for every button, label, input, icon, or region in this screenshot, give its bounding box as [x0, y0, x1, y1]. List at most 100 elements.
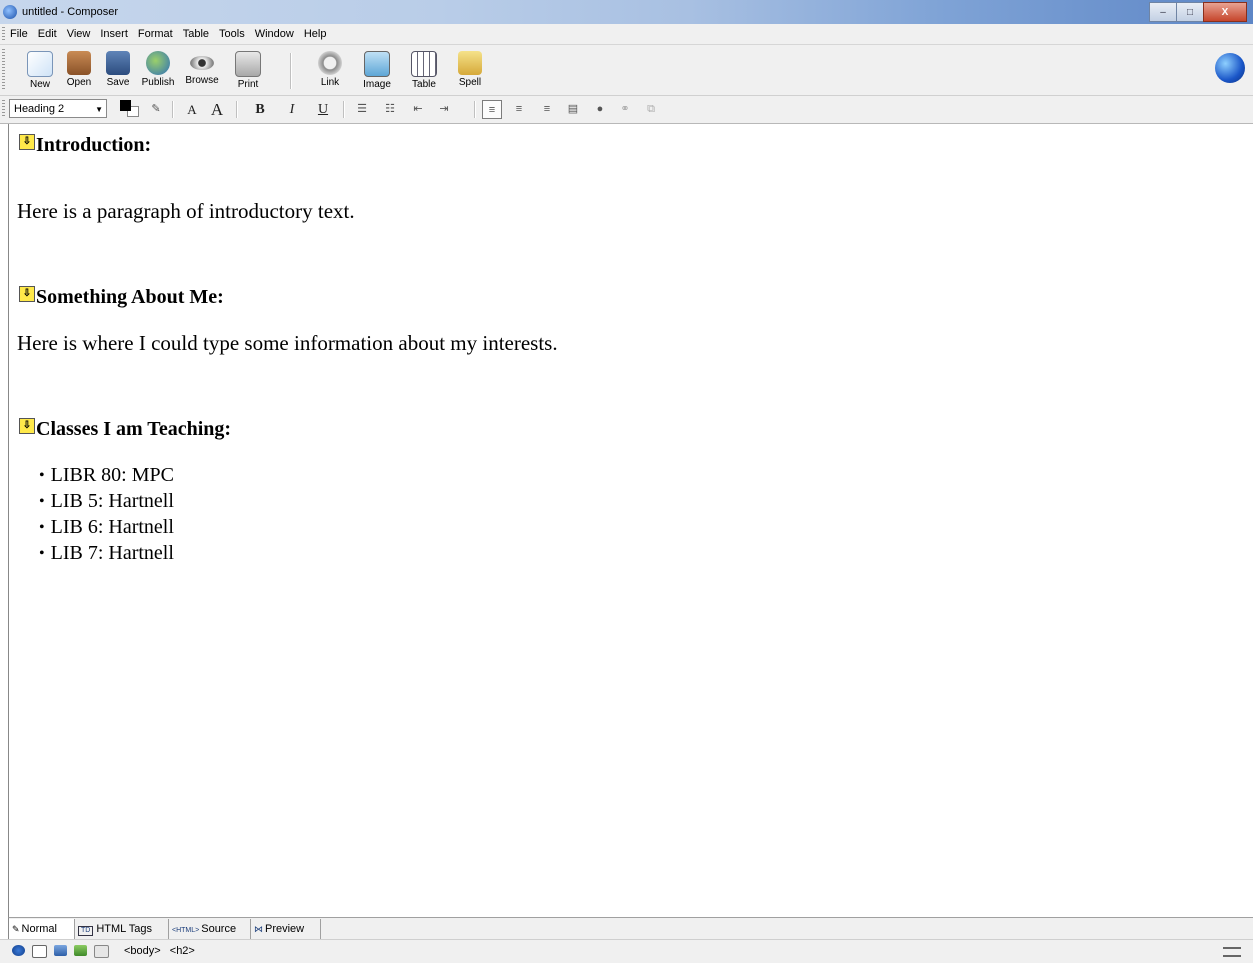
highlight-pencil-icon[interactable]: ✎ — [146, 100, 166, 119]
layer-icon[interactable]: ⚭ — [615, 100, 635, 119]
menu-bar: File Edit View Insert Format Table Tools… — [0, 24, 1253, 45]
menu-file[interactable]: File — [10, 28, 28, 40]
window-title: untitled - Composer — [22, 6, 118, 18]
table-button[interactable]: Table — [402, 49, 446, 93]
connection-status-icon[interactable] — [1223, 947, 1241, 957]
bold-button[interactable]: B — [250, 100, 270, 119]
tab-source[interactable]: <HTML> Source — [169, 919, 251, 939]
heading-classes[interactable]: ⇩ Classes I am Teaching: — [19, 418, 231, 441]
menu-insert[interactable]: Insert — [100, 28, 128, 40]
italic-button[interactable]: I — [282, 100, 302, 119]
open-label: Open — [66, 77, 92, 88]
bullet-list-icon[interactable]: ☰ — [352, 100, 372, 119]
image-button[interactable]: Image — [355, 49, 399, 93]
tab-html-tags[interactable]: TD HTML Tags — [75, 919, 169, 939]
tab-preview-label: Preview — [265, 923, 305, 935]
format-toolbar: Heading 2 ▼ ✎ A A B I U ☰ ☷ ⇤ ⇥ ≡ ≡ ≡ ▤ … — [0, 96, 1253, 124]
spell-button[interactable]: Spell — [448, 49, 492, 93]
paragraph-format-select[interactable]: Heading 2 ▼ — [9, 99, 107, 118]
title-bar: untitled - Composer – □ X — [0, 0, 1253, 24]
menubar-grip[interactable] — [2, 27, 5, 41]
preview-icon: ⋈ — [254, 924, 263, 934]
publish-label: Publish — [141, 77, 175, 88]
print-button[interactable]: Print — [226, 49, 270, 93]
heading-about-me-text: Something About Me: — [36, 286, 224, 308]
new-button[interactable]: New — [18, 49, 62, 93]
align-center-icon[interactable]: ≡ — [509, 100, 529, 119]
tab-preview[interactable]: ⋈ Preview — [251, 919, 321, 939]
heading-introduction-text: Introduction: — [36, 134, 152, 156]
paragraph-format-value: Heading 2 — [14, 103, 65, 115]
editor-content-area[interactable]: ⇩ Introduction: Here is a paragraph of in… — [8, 124, 1253, 917]
edit-mode-tabs: ✎ Normal TD HTML Tags <HTML> Source ⋈ Previe… — [8, 917, 1253, 940]
heading-introduction[interactable]: ⇩ Introduction: — [19, 134, 151, 157]
justify-icon[interactable]: ▤ — [563, 100, 583, 119]
mail-icon[interactable] — [32, 945, 47, 958]
format-toolbar-grip[interactable] — [2, 100, 5, 118]
menu-help[interactable]: Help — [304, 28, 327, 40]
heading-about-me[interactable]: ⇩ Something About Me: — [19, 286, 224, 309]
align-right-icon[interactable]: ≡ — [537, 100, 557, 119]
image-label: Image — [363, 79, 391, 90]
open-button[interactable]: Open — [57, 49, 101, 93]
list-item[interactable]: LIB 7: Hartnell — [39, 541, 174, 567]
tag-body[interactable]: <body> — [124, 945, 161, 957]
menu-tools[interactable]: Tools — [219, 28, 245, 40]
format-separator — [236, 101, 238, 118]
spell-check-icon — [458, 51, 482, 75]
text-color-swatch[interactable] — [120, 100, 131, 111]
publish-button[interactable]: Publish — [136, 49, 180, 93]
smaller-font-button[interactable]: A — [182, 100, 202, 119]
list-item[interactable]: LIBR 80: MPC — [39, 463, 174, 489]
composer-app-icon[interactable] — [3, 5, 17, 19]
menu-format[interactable]: Format — [138, 28, 173, 40]
named-anchor-icon[interactable]: ⇩ — [19, 418, 35, 434]
save-icon — [106, 51, 130, 75]
close-button[interactable]: X — [1203, 2, 1247, 22]
irc-chat-icon[interactable] — [94, 945, 109, 958]
browse-label: Browse — [185, 75, 219, 86]
layer-position-icon[interactable]: ⧉ — [641, 100, 661, 119]
menu-edit[interactable]: Edit — [38, 28, 57, 40]
tag-h2[interactable]: <h2> — [170, 945, 195, 957]
anchor-target-icon[interactable]: ● — [590, 100, 610, 119]
named-anchor-icon[interactable]: ⇩ — [19, 286, 35, 302]
outdent-icon[interactable]: ⇤ — [408, 100, 428, 119]
publish-globe-icon — [146, 51, 170, 75]
align-left-icon[interactable]: ≡ — [482, 100, 502, 119]
minimize-button[interactable]: – — [1149, 2, 1177, 22]
composer-icon[interactable] — [74, 945, 87, 956]
format-separator — [343, 101, 345, 118]
maximize-button[interactable]: □ — [1176, 2, 1204, 22]
tab-source-label: Source — [201, 923, 237, 935]
numbered-list-icon[interactable]: ☷ — [380, 100, 400, 119]
tab-html-tags-label: HTML Tags — [96, 923, 152, 935]
tab-normal[interactable]: ✎ Normal — [9, 919, 75, 939]
tab-normal-label: Normal — [21, 923, 57, 935]
link-chain-icon — [318, 51, 342, 75]
save-button[interactable]: Save — [96, 49, 140, 93]
seamonkey-throbber-icon[interactable] — [1215, 53, 1245, 83]
pencil-icon: ✎ — [12, 924, 20, 934]
address-book-icon[interactable] — [54, 945, 67, 956]
navigator-icon[interactable] — [12, 945, 25, 956]
browse-button[interactable]: Browse — [180, 49, 224, 93]
paragraph-introduction[interactable]: Here is a paragraph of introductory text… — [17, 199, 355, 224]
menu-table[interactable]: Table — [183, 28, 209, 40]
underline-button[interactable]: U — [313, 100, 333, 119]
spell-label: Spell — [458, 77, 482, 88]
paragraph-about-me[interactable]: Here is where I could type some informat… — [17, 331, 558, 356]
save-label: Save — [106, 77, 130, 88]
indent-icon[interactable]: ⇥ — [434, 100, 454, 119]
link-button[interactable]: Link — [308, 49, 352, 93]
print-icon — [235, 51, 261, 77]
list-item[interactable]: LIB 6: Hartnell — [39, 515, 174, 541]
status-bar: <body> <h2> — [0, 939, 1253, 963]
menu-view[interactable]: View — [67, 28, 91, 40]
list-item[interactable]: LIB 5: Hartnell — [39, 489, 174, 515]
named-anchor-icon[interactable]: ⇩ — [19, 134, 35, 150]
html-source-icon: <HTML> — [172, 927, 200, 934]
larger-font-button[interactable]: A — [207, 100, 227, 119]
menu-window[interactable]: Window — [255, 28, 294, 40]
toolbar-grip[interactable] — [2, 49, 5, 91]
